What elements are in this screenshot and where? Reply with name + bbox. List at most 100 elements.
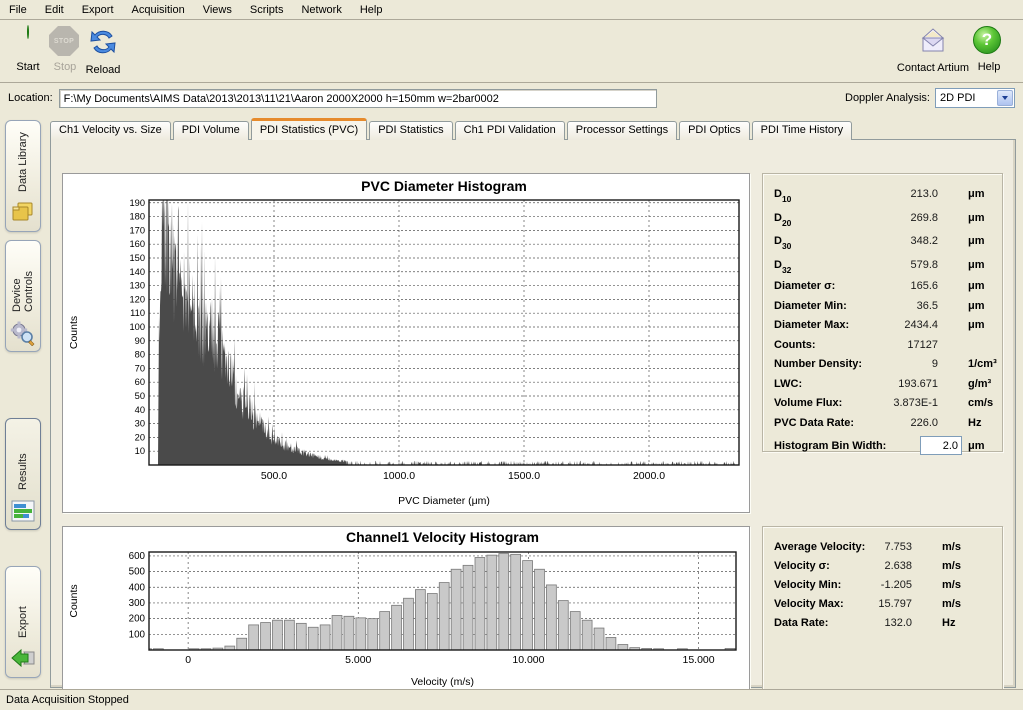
- stat-row: D30348.2μm: [774, 230, 994, 254]
- menu-item-export[interactable]: Export: [73, 2, 123, 18]
- svg-text:Counts: Counts: [68, 316, 80, 349]
- tab-pdi-statistics[interactable]: PDI Statistics: [369, 121, 452, 140]
- tab-ch1-velocity-vs-size[interactable]: Ch1 Velocity vs. Size: [50, 121, 171, 140]
- histogram-bin-width-input[interactable]: [920, 436, 962, 455]
- bar-chart-icon: [10, 498, 36, 524]
- stat-label: Diameter Max:: [774, 319, 849, 331]
- svg-text:170: 170: [129, 225, 145, 235]
- stat-unit: μm: [968, 254, 985, 278]
- stat-value: 3.873E-1: [893, 394, 938, 414]
- contact-artium-label: Contact Artium: [895, 62, 971, 74]
- stat-row: Velocity σ:2.638m/s: [774, 557, 994, 576]
- sidebar-item-label: Export: [17, 567, 29, 642]
- velocity-histogram-chart: Channel1 Velocity HistogramCounts1002003…: [62, 526, 750, 698]
- stat-value: 579.8: [910, 254, 938, 278]
- svg-text:80: 80: [135, 350, 145, 360]
- sidebar-item-export[interactable]: Export: [5, 566, 41, 678]
- stat-label: LWC:: [774, 378, 802, 390]
- stat-value: 193.671: [898, 375, 938, 395]
- stat-label: Volume Flux:: [774, 397, 842, 409]
- svg-text:150: 150: [129, 253, 145, 263]
- stat-label: Velocity σ:: [774, 560, 830, 572]
- svg-text:500: 500: [129, 567, 146, 578]
- sidebar-item-label: Results: [17, 419, 29, 494]
- stat-unit: Hz: [968, 414, 981, 434]
- stat-row: Velocity Max: 15.797 m/s: [774, 595, 994, 614]
- help-button[interactable]: ? Help: [966, 24, 1012, 73]
- stat-value: 348.2: [910, 230, 938, 254]
- svg-text:160: 160: [129, 239, 145, 249]
- pvc-diameter-histogram-chart: PVC Diameter HistogramCounts102030405060…: [62, 173, 750, 513]
- stat-unit: μm: [968, 297, 985, 317]
- contact-artium-button[interactable]: Contact Artium: [895, 24, 971, 74]
- status-text: Data Acquisition Stopped: [6, 694, 129, 706]
- location-label: Location:: [8, 92, 53, 104]
- svg-text:Counts: Counts: [68, 584, 80, 617]
- doppler-analysis-select[interactable]: 2D PDI: [935, 88, 1015, 108]
- stat-unit: g/m³: [968, 375, 991, 395]
- location-field[interactable]: F:\My Documents\AIMS Data\2013\2013\11\2…: [59, 89, 657, 108]
- stat-unit: m/s: [942, 595, 961, 614]
- svg-text:100: 100: [129, 629, 146, 640]
- tab-content: PVC Diameter HistogramCounts102030405060…: [50, 139, 1016, 688]
- stat-value: 213.0: [910, 183, 938, 207]
- svg-text:10: 10: [135, 446, 145, 456]
- stat-label: Number Density:: [774, 358, 862, 370]
- tab-pdi-volume[interactable]: PDI Volume: [173, 121, 249, 140]
- reload-icon: [87, 26, 119, 58]
- stat-label: Velocity Min:: [774, 579, 841, 591]
- svg-text:60: 60: [135, 377, 145, 387]
- svg-text:PVC Diameter (μm): PVC Diameter (μm): [398, 495, 490, 507]
- reload-button[interactable]: Reload: [76, 24, 130, 76]
- stat-unit: μm: [968, 207, 985, 231]
- stat-row: Diameter Max:2434.4μm: [774, 316, 994, 336]
- svg-text:120: 120: [129, 294, 145, 304]
- sidebar-item-data-library[interactable]: Data Library: [5, 120, 41, 232]
- app-window: { "menu": { "items": ["File", "Edit", "E…: [0, 0, 1023, 710]
- svg-text:2000.0: 2000.0: [633, 470, 665, 482]
- sidebar-item-results[interactable]: Results: [5, 418, 41, 530]
- menu-item-views[interactable]: Views: [194, 2, 241, 18]
- stat-row: Volume Flux:3.873E-1cm/s: [774, 394, 994, 414]
- stat-row: Data Rate:132.0Hz: [774, 614, 994, 633]
- sidebar-item-device-controls[interactable]: Device Controls: [5, 240, 41, 352]
- tab-processor-settings[interactable]: Processor Settings: [567, 121, 677, 140]
- stat-value: 15.797: [878, 595, 912, 614]
- stat-row: D20269.8μm: [774, 207, 994, 231]
- location-row: Location: F:\My Documents\AIMS Data\2013…: [0, 84, 1023, 112]
- tab-strip: Ch1 Velocity vs. SizePDI VolumePDI Stati…: [50, 118, 854, 140]
- stat-unit: m/s: [942, 538, 961, 557]
- tab-ch1-pdi-validation[interactable]: Ch1 PDI Validation: [455, 121, 565, 140]
- doppler-analysis-value: 2D PDI: [936, 92, 975, 104]
- doppler-analysis-label: Doppler Analysis:: [845, 92, 930, 104]
- stat-row: Average Velocity:7.753m/s: [774, 538, 994, 557]
- menu-item-edit[interactable]: Edit: [36, 2, 73, 18]
- stat-unit: m/s: [942, 557, 961, 576]
- stat-row: LWC: 193.671 g/m³: [774, 375, 994, 395]
- menu-item-scripts[interactable]: Scripts: [241, 2, 293, 18]
- stat-label: Average Velocity:: [774, 541, 865, 553]
- velocity-stats-panel: Average Velocity:7.753m/sVelocity σ:2.63…: [762, 526, 1003, 698]
- menu-item-network[interactable]: Network: [292, 2, 350, 18]
- stat-unit: Hz: [942, 614, 955, 633]
- menu-item-help[interactable]: Help: [351, 2, 392, 18]
- stat-row: D10213.0μm: [774, 183, 994, 207]
- svg-text:Velocity (m/s): Velocity (m/s): [411, 676, 474, 688]
- svg-text:10.000: 10.000: [512, 654, 544, 666]
- svg-text:100: 100: [129, 322, 145, 332]
- stat-label: Counts:: [774, 339, 816, 351]
- stat-unit: μm: [968, 316, 985, 336]
- svg-text:20: 20: [135, 432, 145, 442]
- chevron-down-icon[interactable]: [997, 90, 1013, 106]
- stat-label: Velocity Max:: [774, 598, 844, 610]
- folders-icon: [10, 200, 36, 226]
- tab-pdi-optics[interactable]: PDI Optics: [679, 121, 750, 140]
- menu-item-acquisition[interactable]: Acquisition: [123, 2, 194, 18]
- svg-text:190: 190: [129, 198, 145, 208]
- svg-text:90: 90: [135, 336, 145, 346]
- tab-pdi-time-history[interactable]: PDI Time History: [752, 121, 853, 140]
- stat-value: 17127: [907, 336, 938, 356]
- stat-value: 165.6: [910, 277, 938, 297]
- tab-pdi-statistics-pvc-[interactable]: PDI Statistics (PVC): [251, 118, 367, 140]
- menu-item-file[interactable]: File: [0, 2, 36, 18]
